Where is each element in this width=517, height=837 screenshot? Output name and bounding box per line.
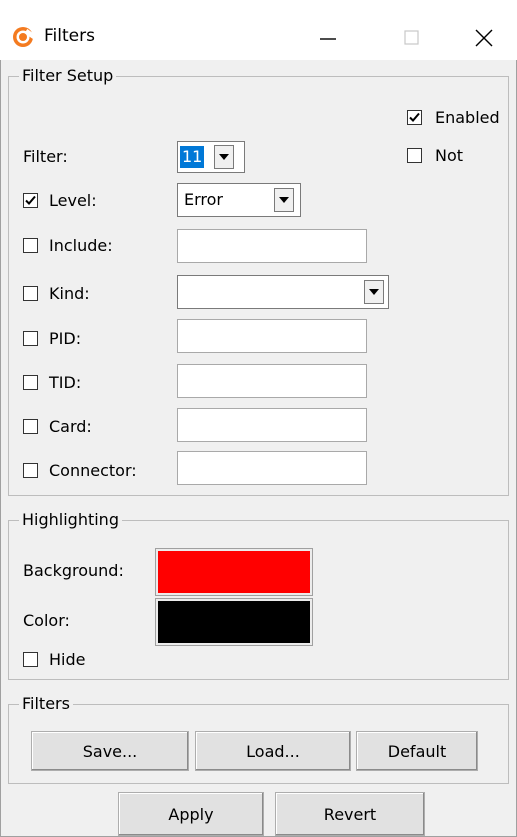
filter-label: Filter: (23, 147, 68, 166)
card-checkbox[interactable] (23, 419, 38, 434)
connector-label: Connector: (49, 461, 137, 480)
pid-label: PID: (49, 329, 82, 348)
include-checkbox[interactable] (23, 238, 38, 253)
enabled-checkbox[interactable] (407, 110, 422, 125)
level-dropdown-button[interactable] (274, 188, 294, 212)
not-label: Not (435, 146, 464, 165)
level-checkbox[interactable] (23, 193, 38, 208)
hide-checkbox[interactable] (23, 652, 38, 667)
level-value: Error (184, 190, 223, 209)
apply-button[interactable]: Apply (118, 792, 264, 836)
enabled-label: Enabled (435, 108, 500, 127)
color-label: Color: (23, 611, 70, 630)
highlighting-title: Highlighting (19, 510, 122, 530)
minimize-button[interactable] (300, 16, 356, 58)
load-button[interactable]: Load... (195, 731, 351, 771)
pid-input[interactable] (177, 319, 367, 353)
background-color-button[interactable] (155, 548, 313, 596)
kind-select[interactable] (177, 275, 389, 309)
level-label: Level: (49, 191, 97, 210)
checkmark-icon (25, 195, 36, 205)
connector-input[interactable] (177, 451, 367, 485)
close-icon (475, 29, 493, 47)
filter-number-select[interactable]: 11 (177, 141, 245, 173)
highlighting-group: Highlighting Background: Color: Hide (8, 510, 509, 680)
maximize-button[interactable] (384, 16, 440, 58)
hide-label: Hide (49, 650, 86, 669)
kind-label: Kind: (49, 284, 90, 303)
filters-group: Filters Save... Load... Default (8, 694, 509, 784)
close-button[interactable] (456, 16, 512, 58)
kind-checkbox[interactable] (23, 286, 38, 301)
filter-setup-group: Filter Setup Enabled Not Filter: 11 Leve… (8, 66, 509, 496)
revert-button[interactable]: Revert (275, 792, 425, 836)
chevron-down-icon (279, 197, 289, 203)
chevron-down-icon (369, 289, 379, 295)
chevron-down-icon (219, 154, 229, 160)
window-title: Filters (44, 26, 95, 46)
include-input[interactable] (177, 229, 367, 263)
level-select[interactable]: Error (177, 183, 301, 217)
kind-dropdown-button[interactable] (364, 280, 384, 304)
tid-input[interactable] (177, 364, 367, 398)
pid-checkbox[interactable] (23, 331, 38, 346)
not-checkbox[interactable] (407, 148, 422, 163)
card-label: Card: (49, 417, 92, 436)
filters-title: Filters (19, 694, 73, 714)
filter-number-value: 11 (180, 146, 204, 168)
tid-checkbox[interactable] (23, 375, 38, 390)
include-label: Include: (49, 236, 113, 255)
minimize-icon (320, 38, 336, 40)
background-label: Background: (23, 561, 124, 580)
card-input[interactable] (177, 408, 367, 442)
title-bar: Filters (0, 0, 517, 60)
text-color-button[interactable] (155, 598, 313, 646)
default-button[interactable]: Default (356, 731, 478, 771)
filter-setup-title: Filter Setup (19, 66, 117, 86)
checkmark-icon (409, 112, 420, 122)
app-logo-icon (13, 27, 34, 47)
maximize-icon (404, 30, 419, 45)
connector-checkbox[interactable] (23, 463, 38, 478)
tid-label: TID: (49, 373, 82, 392)
filter-dropdown-button[interactable] (214, 145, 234, 169)
save-button[interactable]: Save... (31, 731, 189, 771)
